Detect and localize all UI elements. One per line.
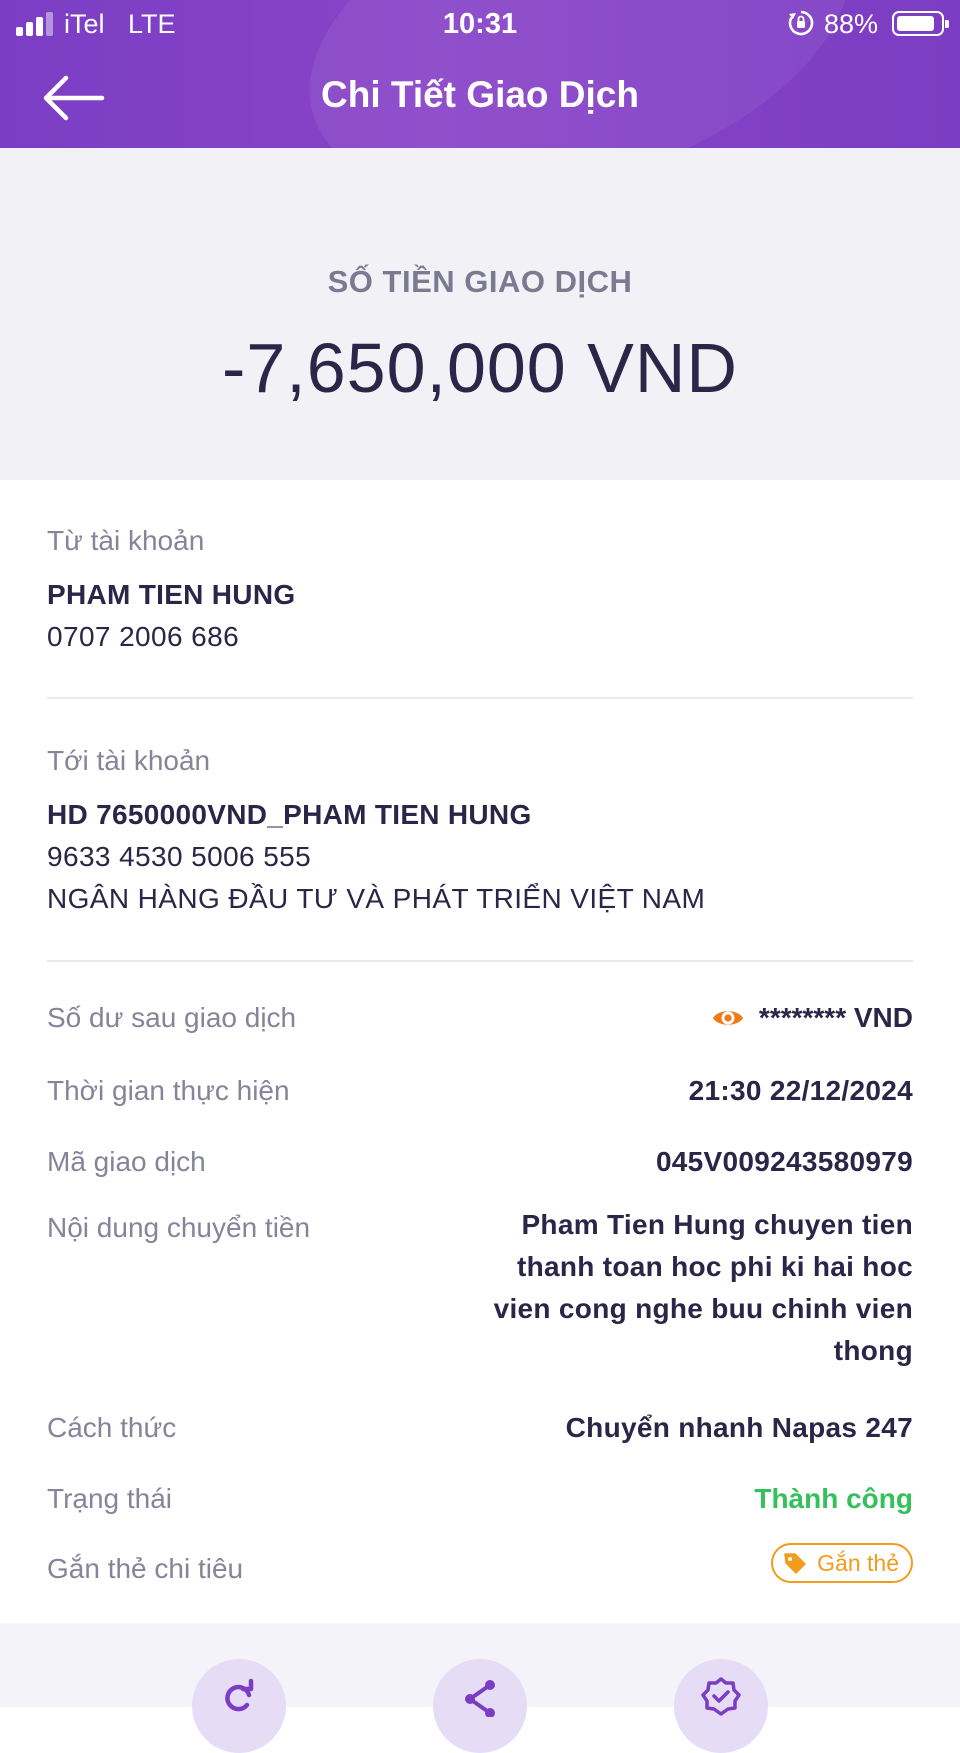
status-value: Thành công <box>754 1483 913 1514</box>
time-label: Thời gian thực hiện <box>47 1075 290 1106</box>
divider <box>47 960 913 962</box>
balance-label: Số dư sau giao dịch <box>47 1002 297 1033</box>
from-account-label: Từ tài khoản <box>47 525 205 556</box>
amount-value: -7,650,000 VND <box>222 329 738 407</box>
share-icon <box>465 1680 495 1717</box>
transaction-id-value: 045V009243580979 <box>655 1146 913 1177</box>
divider <box>47 697 913 699</box>
method-value: Chuyển nhanh Napas 247 <box>565 1412 913 1443</box>
battery-icon <box>892 11 949 36</box>
status-bar: iTel LTE 10:31 88% <box>0 0 960 48</box>
repeat-transfer-button[interactable] <box>192 1659 286 1753</box>
nav-bar: Chi Tiết Giao Dịch <box>0 48 960 148</box>
to-account-number: 9633 4530 5006 555 <box>47 841 312 872</box>
to-account-label: Tới tài khoản <box>47 745 211 776</box>
note-value: Pham Tien Hung chuyen tien thanh toan ho… <box>493 1209 913 1366</box>
tag-icon <box>784 1553 806 1574</box>
share-button[interactable] <box>433 1659 527 1753</box>
add-tag-label: Gắn thẻ <box>817 1549 899 1576</box>
eye-icon[interactable] <box>711 1006 745 1030</box>
action-bar <box>0 1623 960 1753</box>
note-label: Nội dung chuyển tiền <box>47 1212 311 1243</box>
to-account-name: HD 7650000VND_PHAM TIEN HUNG <box>47 799 532 830</box>
to-account-bank: NGÂN HÀNG ĐẦU TƯ VÀ PHÁT TRIỂN VIỆT NAM <box>47 883 706 914</box>
page-title: Chi Tiết Giao Dịch <box>321 74 639 115</box>
verify-button[interactable] <box>674 1659 768 1753</box>
add-tag-button[interactable]: Gắn thẻ <box>771 1543 913 1583</box>
orientation-lock-icon <box>788 10 814 36</box>
time-value: 21:30 22/12/2024 <box>688 1075 913 1106</box>
from-account-name: PHAM TIEN HUNG <box>47 579 296 610</box>
status-label: Trạng thái <box>47 1483 173 1514</box>
transaction-id-label: Mã giao dịch <box>47 1146 206 1177</box>
method-label: Cách thức <box>47 1412 177 1443</box>
status-time: 10:31 <box>442 8 518 40</box>
balance-value: ******** VND <box>758 1002 913 1033</box>
amount-panel: SỐ TIỀN GIAO DỊCH -7,650,000 VND <box>0 148 960 480</box>
amount-label: SỐ TIỀN GIAO DỊCH <box>327 264 633 299</box>
battery-percent: 88% <box>824 9 879 39</box>
verified-badge-icon <box>701 1677 741 1716</box>
header: iTel LTE 10:31 88% Chi Tiết Giao Dịch <box>0 0 960 148</box>
tag-label: Gắn thẻ chi tiêu <box>47 1553 244 1584</box>
from-account-number: 0707 2006 686 <box>47 621 240 652</box>
repeat-icon <box>225 1678 254 1712</box>
